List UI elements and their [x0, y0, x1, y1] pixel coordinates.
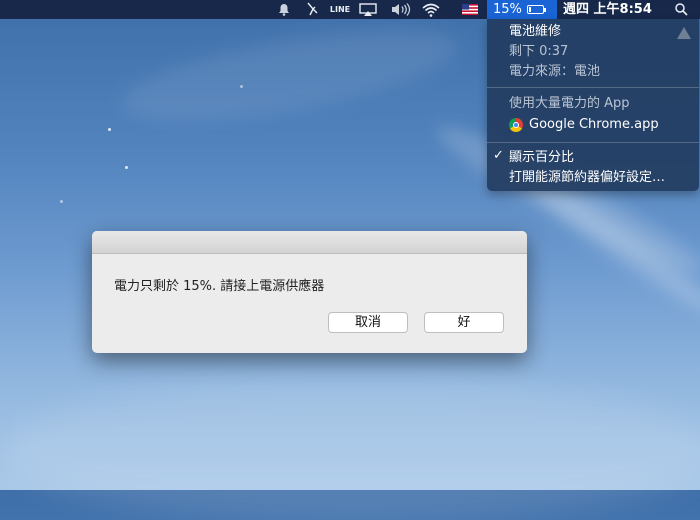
us-flag-icon[interactable]	[461, 0, 479, 19]
spotlight-search-icon[interactable]	[672, 0, 690, 19]
warning-icon	[677, 27, 691, 39]
cancel-button[interactable]: 取消	[328, 312, 408, 333]
battery-status-item[interactable]: 15%	[487, 0, 557, 19]
battery-condition: 電池維修	[509, 24, 562, 39]
power-source: 電力來源：電池	[509, 64, 601, 79]
clock[interactable]: 週四 上午8:54	[563, 0, 652, 19]
menu-bar: LINE 15% 週四 上午8:54	[0, 0, 700, 19]
menu-item-chrome-app[interactable]: Google Chrome.app	[529, 115, 659, 135]
chrome-icon	[509, 118, 523, 132]
dialog-titlebar[interactable]	[92, 231, 527, 254]
battery-menu: 電池維修 剩下 0:37 電力來源：電池 使用大量電力的 App Google …	[487, 19, 699, 191]
menu-item-open-energy-saver[interactable]: 打開能源節約器偏好設定…	[509, 168, 665, 188]
low-battery-dialog: 電力只剩於 15%. 請接上電源供應器 取消 好	[92, 231, 527, 353]
energy-apps-header: 使用大量電力的 App	[509, 96, 630, 111]
wifi-icon[interactable]	[420, 0, 442, 19]
menu-separator	[487, 142, 699, 143]
line-app-icon[interactable]: LINE	[329, 0, 351, 19]
airplay-icon[interactable]	[358, 0, 378, 19]
volume-icon[interactable]	[389, 0, 413, 19]
battery-percent-label: 15%	[493, 2, 522, 17]
time-remaining: 剩下 0:37	[509, 44, 569, 59]
menu-separator	[487, 87, 699, 88]
menu-item-show-percentage[interactable]: 顯示百分比	[509, 148, 574, 168]
dialog-message: 電力只剩於 15%. 請接上電源供應器	[114, 279, 325, 294]
checkmark-icon: ✓	[493, 148, 504, 163]
brush-icon[interactable]	[303, 0, 321, 19]
bell-icon[interactable]	[275, 0, 293, 19]
battery-icon	[526, 5, 546, 14]
ok-button[interactable]: 好	[424, 312, 504, 333]
